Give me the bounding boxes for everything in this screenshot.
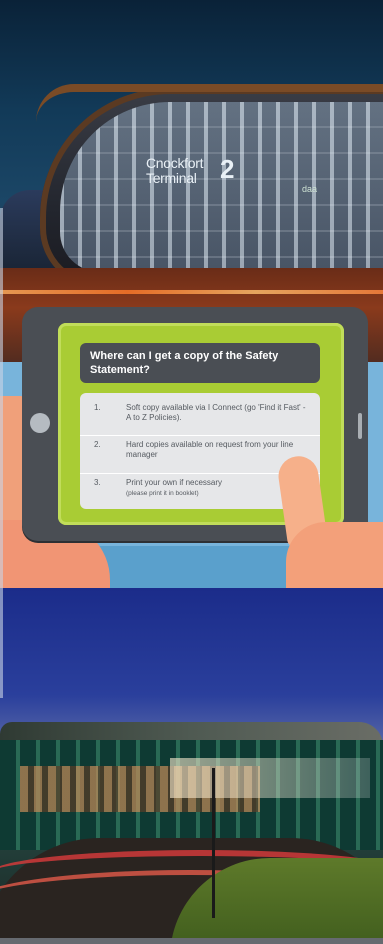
- terminal-sign-number: 2: [220, 154, 235, 184]
- answer-note: (please print it in booklet): [126, 490, 199, 497]
- tablet-home-button: [30, 413, 50, 433]
- question-box: Where can I get a copy of the Safety Sta…: [80, 343, 320, 383]
- forecourt-lights: [0, 290, 383, 294]
- terminal-sign-line1: Cnockfort: [146, 155, 204, 171]
- terminal-sign: Cnockfort Terminal 2: [146, 155, 234, 186]
- answer-row: 1. Soft copy available via I Connect (go…: [80, 399, 320, 435]
- left-edge-strip: [0, 208, 3, 698]
- answer-number: 1.: [94, 403, 101, 412]
- answer-number: 2.: [94, 440, 101, 449]
- terminal-lit-area: [170, 758, 370, 798]
- answer-text: Soft copy available via I Connect (go 'F…: [126, 403, 306, 422]
- lamp-post: [212, 768, 215, 918]
- tablet-side-button: [358, 413, 362, 439]
- terminal-dusk-photo: [0, 588, 383, 944]
- page: Cnockfort Terminal 2 daa Where can I get…: [0, 0, 383, 944]
- answer-number: 3.: [94, 478, 101, 487]
- bottom-border: [0, 938, 383, 944]
- terminal-logo: daa: [302, 184, 318, 194]
- answer-text: Hard copies available on request from yo…: [126, 440, 294, 459]
- right-hand: [286, 522, 383, 592]
- answer-text: Print your own if necessary: [126, 478, 223, 487]
- terminal-glass-facade: [60, 102, 383, 272]
- terminal-roof: [36, 84, 383, 122]
- terminal-sign-line2: Terminal: [146, 170, 197, 186]
